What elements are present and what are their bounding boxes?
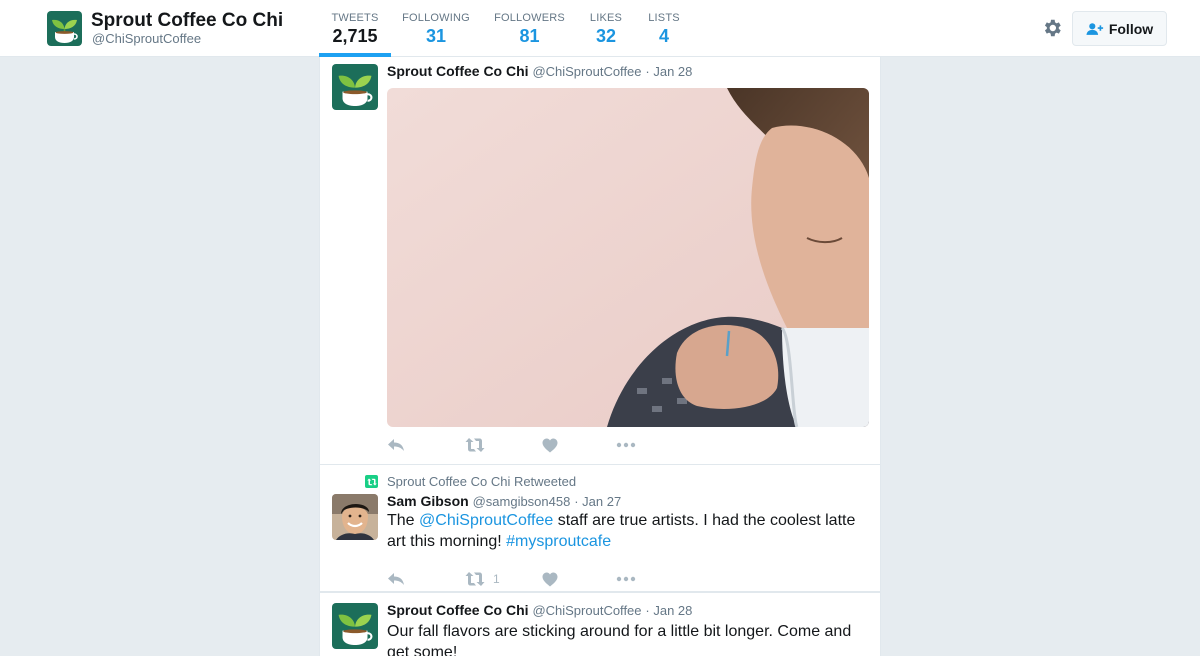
like-heart-icon[interactable]	[542, 570, 566, 588]
tweet-author-handle[interactable]: @samgibson458	[473, 494, 571, 509]
tweet-text: Our fall flavors are sticking around for…	[387, 623, 852, 656]
tweet-header: Sprout Coffee Co Chi @ChiSproutCoffee · …	[387, 63, 692, 79]
gear-icon[interactable]	[1041, 17, 1063, 39]
retweet-count: 1	[493, 572, 500, 586]
sprout-coffee-cup-logo	[47, 11, 82, 46]
more-dots-icon[interactable]	[616, 436, 636, 454]
follow-button[interactable]: Follow	[1072, 11, 1167, 46]
tweet-date[interactable]: · Jan 28	[645, 64, 692, 79]
tweet-author-handle[interactable]: @ChiSproutCoffee	[532, 603, 641, 618]
sprout-coffee-cup-logo	[332, 603, 378, 649]
stat-likes[interactable]: LIKES 32	[585, 0, 627, 57]
tweet-text: The @ChiSproutCoffee staff are true arti…	[387, 510, 872, 552]
stat-followers[interactable]: FOLLOWERS 81	[492, 0, 567, 57]
sprout-coffee-cup-logo	[332, 64, 378, 110]
stat-tweets-label: TWEETS	[331, 12, 379, 24]
woman-drinking-coffee-image	[387, 88, 869, 427]
add-user-icon	[1086, 22, 1103, 35]
profile-nav-bar: Sprout Coffee Co Chi @ChiSproutCoffee TW…	[0, 0, 1200, 57]
retweet-icon[interactable]	[465, 436, 493, 454]
tweet[interactable]: Sprout Coffee Co Chi @ChiSproutCoffee · …	[319, 592, 881, 656]
stat-likes-value: 32	[595, 26, 617, 46]
tweet-avatar[interactable]	[332, 64, 378, 110]
timeline: Sprout Coffee Co Chi @ChiSproutCoffee · …	[319, 57, 881, 656]
profile-handle: @ChiSproutCoffee	[92, 31, 202, 46]
stat-following[interactable]: FOLLOWING 31	[400, 0, 472, 57]
stat-following-label: FOLLOWING	[402, 12, 470, 24]
profile-name[interactable]: Sprout Coffee Co Chi	[91, 10, 283, 32]
retweet-context-label[interactable]: Sprout Coffee Co Chi Retweeted	[387, 474, 576, 489]
sam-gibson-avatar	[332, 494, 378, 540]
retweet-icon[interactable]: 1	[465, 570, 500, 588]
tweet-author-name[interactable]: Sprout Coffee Co Chi	[387, 602, 529, 618]
tweet[interactable]: Sprout Coffee Co Chi @ChiSproutCoffee · …	[319, 57, 881, 465]
retweet-badge-icon	[365, 475, 378, 488]
tweet-header: Sam Gibson @samgibson458 · Jan 27	[387, 493, 621, 509]
stat-following-value: 31	[425, 26, 447, 46]
tweet-author-name[interactable]: Sprout Coffee Co Chi	[387, 63, 529, 79]
like-heart-icon[interactable]	[542, 436, 566, 454]
tweet-actions	[387, 436, 687, 456]
stat-followers-label: FOLLOWERS	[494, 12, 565, 24]
stat-lists-value: 4	[658, 26, 669, 46]
retweet-context: Sprout Coffee Co Chi Retweeted	[365, 474, 576, 489]
stat-followers-value: 81	[519, 26, 540, 46]
tweet-actions: 1	[387, 570, 687, 590]
mention-link[interactable]: @ChiSproutCoffee	[419, 512, 553, 529]
tweet-text-part: The	[387, 512, 420, 529]
tweet[interactable]: Sprout Coffee Co Chi Retweeted Sam Gibso…	[319, 465, 881, 592]
profile-logo[interactable]	[47, 11, 82, 46]
stat-tweets-value: 2,715	[332, 26, 378, 46]
stat-tweets[interactable]: TWEETS 2,715	[319, 0, 391, 57]
tweet-avatar[interactable]	[332, 603, 378, 649]
tweet-header: Sprout Coffee Co Chi @ChiSproutCoffee · …	[387, 602, 692, 618]
tweet-avatar[interactable]	[332, 494, 378, 540]
tweet-date[interactable]: · Jan 27	[574, 494, 621, 509]
tweet-date[interactable]: · Jan 28	[645, 603, 692, 618]
follow-button-label: Follow	[1108, 20, 1154, 37]
stat-lists-label: LISTS	[648, 12, 680, 24]
more-dots-icon[interactable]	[616, 570, 636, 588]
hashtag-link[interactable]: #mysproutcafe	[506, 533, 611, 550]
stat-likes-label: LIKES	[589, 12, 623, 24]
tweet-author-handle[interactable]: @ChiSproutCoffee	[532, 64, 641, 79]
tweet-photo[interactable]	[387, 88, 869, 427]
reply-icon[interactable]	[387, 570, 405, 588]
tweet-author-name[interactable]: Sam Gibson	[387, 493, 469, 509]
reply-icon[interactable]	[387, 436, 405, 454]
stat-lists[interactable]: LISTS 4	[645, 0, 683, 57]
